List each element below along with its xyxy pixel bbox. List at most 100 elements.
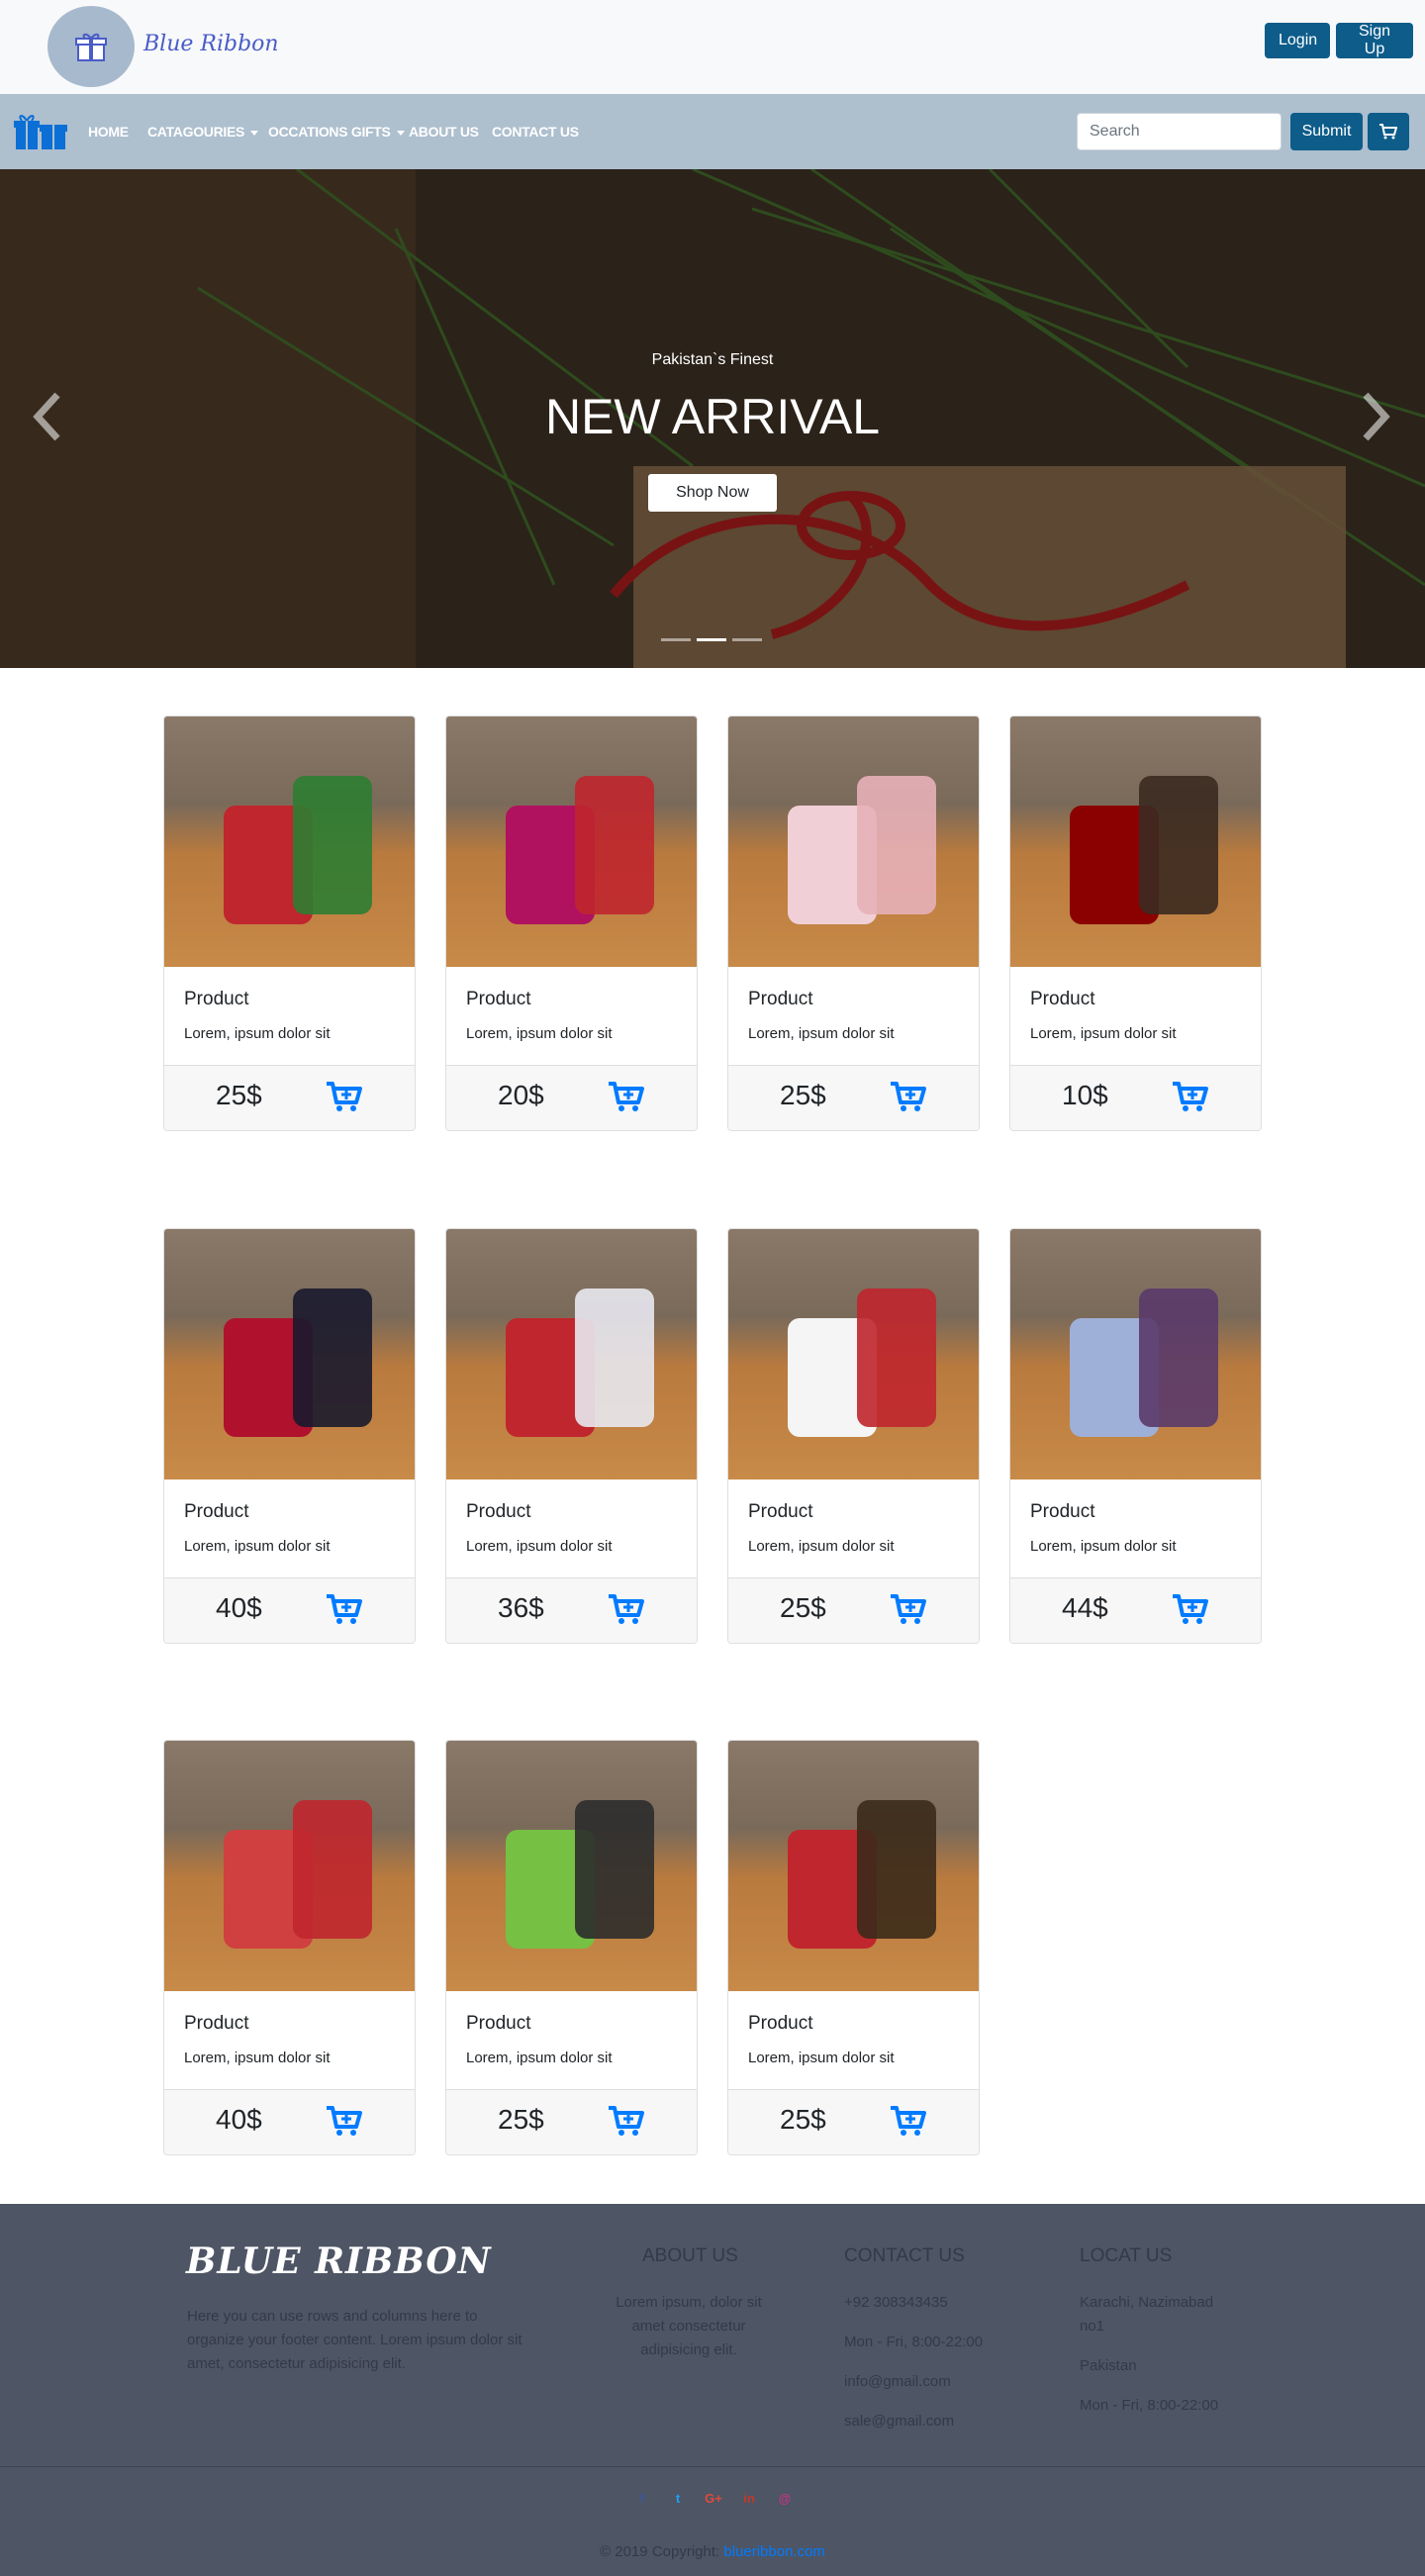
add-to-cart-button[interactable] (325, 1591, 364, 1627)
nav-categories-dropdown[interactable]: Catagouries (147, 124, 259, 140)
add-to-cart-button[interactable] (607, 2103, 646, 2139)
product-name[interactable]: Product (748, 1501, 812, 1523)
product-card-footer: 10$ (1010, 1065, 1261, 1130)
product-name[interactable]: Product (1030, 1501, 1094, 1523)
gift-logo-icon (75, 33, 107, 61)
shop-now-button[interactable]: Shop Now (648, 474, 777, 512)
product-image[interactable] (1010, 716, 1261, 967)
carousel-next-button[interactable] (1356, 387, 1395, 446)
linkedin-icon[interactable]: in (740, 2489, 758, 2507)
product-name[interactable]: Product (184, 989, 248, 1010)
product-name[interactable]: Product (466, 989, 530, 1010)
carousel-indicator[interactable] (661, 638, 691, 641)
brand-name[interactable]: Blue Ribbon (143, 32, 279, 56)
product-description: Lorem, ipsum dolor sit (748, 1538, 895, 1555)
product-price: 25$ (780, 2104, 826, 2135)
instagram-icon[interactable]: @ (776, 2489, 794, 2507)
product-card[interactable]: Product Lorem, ipsum dolor sit 25$ (727, 716, 980, 1131)
product-card[interactable]: Product Lorem, ipsum dolor sit 40$ (163, 1740, 416, 2155)
product-image[interactable] (1010, 1229, 1261, 1479)
product-price: 25$ (780, 1080, 826, 1110)
login-button[interactable]: Login (1265, 23, 1330, 58)
product-name[interactable]: Product (466, 1501, 530, 1523)
product-card-footer: 25$ (728, 1577, 979, 1643)
facebook-icon[interactable]: f (633, 2489, 651, 2507)
product-image[interactable] (728, 716, 979, 967)
add-to-cart-button[interactable] (889, 2103, 928, 2139)
add-to-cart-button[interactable] (1171, 1591, 1210, 1627)
product-name[interactable]: Product (184, 1501, 248, 1523)
logo[interactable] (48, 6, 135, 87)
nav-gift-icon[interactable] (14, 110, 67, 151)
hero-kicker: Pakistan`s Finest (651, 351, 774, 368)
copyright-text: © 2019 Copyright: (600, 2543, 720, 2560)
social-links: f t G+ in @ (633, 2489, 794, 2507)
top-header: Blue Ribbon Login Sign Up (0, 0, 1425, 94)
product-card[interactable]: Product Lorem, ipsum dolor sit 40$ (163, 1228, 416, 1644)
cart-icon (1379, 124, 1397, 140)
product-card[interactable]: Product Lorem, ipsum dolor sit 25$ (445, 1740, 698, 2155)
footer-brand: BLUE RIBBON (186, 2241, 492, 2282)
copyright-link[interactable]: blueribbon.com (723, 2543, 825, 2560)
add-to-cart-button[interactable] (889, 1591, 928, 1627)
product-image[interactable] (446, 716, 697, 967)
product-card[interactable]: Product Lorem, ipsum dolor sit 44$ (1009, 1228, 1262, 1644)
product-image[interactable] (164, 716, 415, 967)
product-description: Lorem, ipsum dolor sit (184, 2050, 331, 2066)
product-image[interactable] (446, 1229, 697, 1479)
cart-plus-icon (609, 1082, 644, 1111)
product-card[interactable]: Product Lorem, ipsum dolor sit 10$ (1009, 716, 1262, 1131)
product-card[interactable]: Product Lorem, ipsum dolor sit 25$ (727, 1228, 980, 1644)
nav-contact-us[interactable]: Contact Us (492, 124, 579, 140)
main-navbar: Home Catagouries Occations Gifts About U… (0, 94, 1425, 169)
product-name[interactable]: Product (748, 2013, 812, 2035)
add-to-cart-button[interactable] (325, 1079, 364, 1114)
nav-about-us[interactable]: About Us (409, 124, 479, 140)
product-description: Lorem, ipsum dolor sit (748, 1025, 895, 1042)
add-to-cart-button[interactable] (889, 1079, 928, 1114)
footer-contact-email-info[interactable]: info@gmail.com (844, 2370, 951, 2394)
product-description: Lorem, ipsum dolor sit (184, 1025, 331, 1042)
cart-plus-icon (327, 2106, 362, 2136)
product-price: 40$ (216, 2104, 262, 2135)
cart-button[interactable] (1368, 113, 1409, 150)
product-image[interactable] (164, 1229, 415, 1479)
product-card[interactable]: Product Lorem, ipsum dolor sit 20$ (445, 716, 698, 1131)
footer-contact-phone: +92 308343435 (844, 2294, 948, 2311)
google-plus-icon[interactable]: G+ (705, 2489, 722, 2507)
product-card-footer: 25$ (728, 1065, 979, 1130)
chevron-left-icon (33, 392, 60, 441)
footer-contact-email-sale[interactable]: sale@gmail.com (844, 2410, 954, 2433)
nav-home[interactable]: Home (88, 124, 129, 140)
signup-button[interactable]: Sign Up (1336, 23, 1413, 58)
product-description: Lorem, ipsum dolor sit (466, 1538, 613, 1555)
product-card[interactable]: Product Lorem, ipsum dolor sit 25$ (163, 716, 416, 1131)
product-image[interactable] (728, 1741, 979, 1991)
add-to-cart-button[interactable] (607, 1079, 646, 1114)
add-to-cart-button[interactable] (607, 1591, 646, 1627)
twitter-icon[interactable]: t (669, 2489, 687, 2507)
product-price: 10$ (1062, 1080, 1108, 1110)
product-name[interactable]: Product (184, 2013, 248, 2035)
product-image[interactable] (446, 1741, 697, 1991)
add-to-cart-button[interactable] (325, 2103, 364, 2139)
carousel-indicator[interactable] (697, 638, 726, 641)
chevron-right-icon (1363, 392, 1390, 441)
product-description: Lorem, ipsum dolor sit (748, 2050, 895, 2066)
product-description: Lorem, ipsum dolor sit (466, 2050, 613, 2066)
carousel-indicator[interactable] (732, 638, 762, 641)
search-input[interactable] (1077, 113, 1282, 150)
nav-occasions-dropdown[interactable]: Occations Gifts (268, 124, 405, 140)
product-name[interactable]: Product (1030, 989, 1094, 1010)
add-to-cart-button[interactable] (1171, 1079, 1210, 1114)
hero-title: NEW ARRIVAL (544, 389, 881, 444)
carousel-prev-button[interactable] (28, 387, 67, 446)
product-image[interactable] (164, 1741, 415, 1991)
product-card[interactable]: Product Lorem, ipsum dolor sit 36$ (445, 1228, 698, 1644)
cart-plus-icon (609, 2106, 644, 2136)
product-card[interactable]: Product Lorem, ipsum dolor sit 25$ (727, 1740, 980, 2155)
product-image[interactable] (728, 1229, 979, 1479)
product-name[interactable]: Product (466, 2013, 530, 2035)
product-name[interactable]: Product (748, 989, 812, 1010)
search-submit-button[interactable]: Submit (1290, 113, 1363, 150)
